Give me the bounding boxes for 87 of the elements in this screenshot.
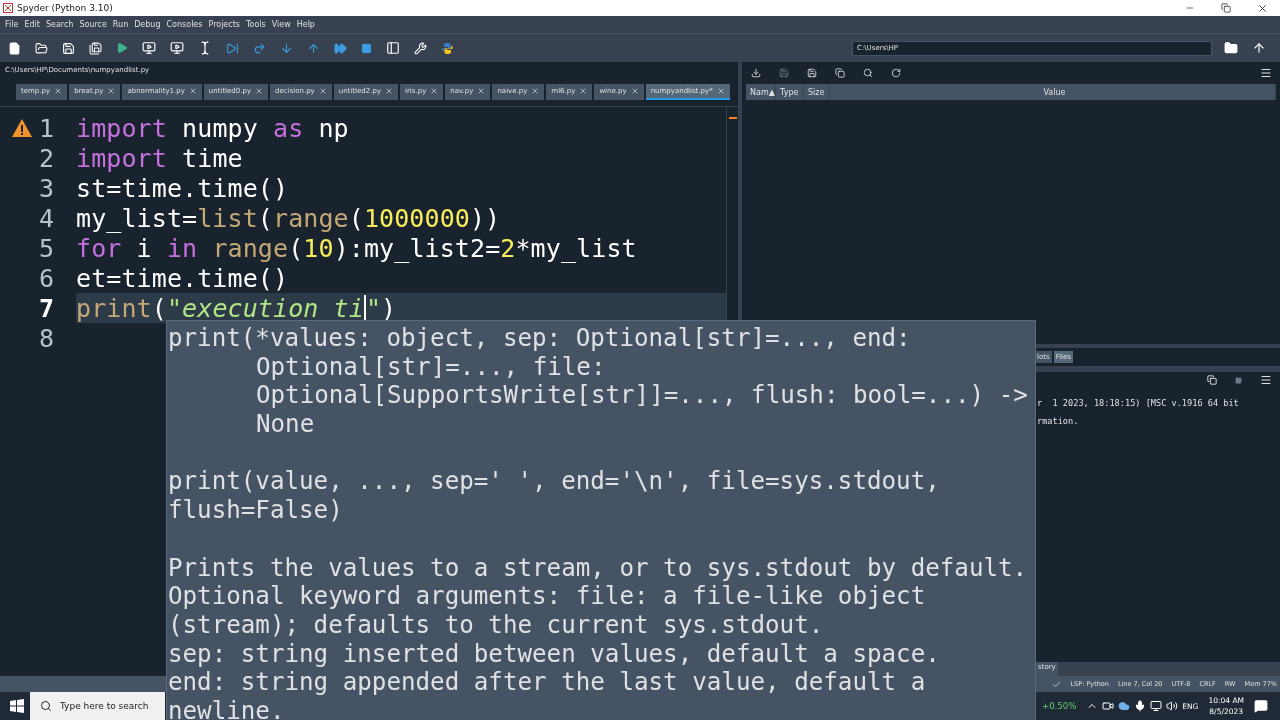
wrench-icon[interactable] — [414, 41, 427, 55]
skip-forward-icon[interactable] — [226, 41, 239, 55]
console-output: r 1 2023, 18:18:15) [MSC v.1916 64 bit — [1037, 398, 1240, 408]
calltip-text: None — [255, 410, 316, 439]
stop-icon[interactable] — [1235, 376, 1242, 384]
stop-icon[interactable] — [361, 42, 372, 54]
redo-arrow-icon[interactable] — [253, 41, 266, 55]
python-logo-icon[interactable] — [441, 41, 454, 55]
menu-item[interactable]: Tools — [246, 20, 266, 29]
line-number: 5 — [38, 233, 54, 263]
code-line: for i in range(10):my_list2=2*my_list — [76, 233, 637, 263]
search-icon[interactable] — [863, 68, 873, 78]
camera-icon[interactable] — [1102, 700, 1115, 712]
line-number: 8 — [38, 323, 54, 353]
line-number: 4 — [38, 203, 54, 233]
calltip-text: (stream); defaults to the current sys.stdout. — [168, 610, 825, 640]
cloud-icon[interactable] — [1118, 700, 1131, 712]
menu-item[interactable]: Edit — [24, 20, 40, 29]
save-all-icon[interactable] — [89, 41, 102, 55]
code-token: ( — [151, 293, 167, 323]
panel-icon[interactable] — [386, 41, 400, 55]
code-line: import numpy as np — [76, 113, 349, 143]
menu-icon[interactable] — [1260, 374, 1272, 386]
menu-item[interactable]: Source — [79, 20, 107, 29]
code-token: print — [76, 293, 152, 323]
code-line: my_list=list(range(1000000)) — [76, 203, 501, 233]
menu-item[interactable]: View — [271, 20, 291, 29]
menu-item[interactable]: Help — [296, 20, 315, 29]
code-token: ) — [381, 293, 397, 323]
code-token: " — [365, 293, 382, 323]
arrow-down-icon[interactable] — [280, 41, 293, 55]
menu-item[interactable]: Debug — [134, 20, 161, 29]
restore-icon[interactable] — [1221, 2, 1231, 13]
close-icon[interactable] — [1257, 2, 1268, 14]
speaker-icon[interactable] — [1166, 700, 1179, 712]
code-line: et=time.time() — [76, 263, 289, 293]
monitor-play-icon[interactable] — [142, 41, 156, 55]
calltip-text: Optional[SupportsWrite[str]]=..., flush: bool=...) -> — [255, 381, 1029, 411]
line-number: 1 — [38, 113, 54, 143]
column-header[interactable]: Value — [830, 84, 1276, 100]
copy-icon[interactable] — [1207, 375, 1217, 385]
app-icon — [3, 3, 13, 13]
column-header[interactable]: Type — [776, 84, 804, 100]
open-folder-icon[interactable] — [35, 41, 48, 55]
calltip-text: print(value, ..., sep=' ', end='\n', file=sys.stdout, — [168, 467, 941, 497]
calltip-text: Optional keyword arguments: file: a file-like object — [168, 582, 927, 611]
line-number: 3 — [38, 173, 54, 203]
code-line: import time — [76, 143, 243, 173]
menu-item[interactable]: Projects — [208, 20, 240, 29]
menu-item[interactable]: File — [5, 20, 19, 29]
copy-icon[interactable] — [835, 68, 845, 78]
code-line: st=time.time() — [76, 173, 289, 203]
stock-change[interactable]: +0.50% — [1042, 701, 1077, 711]
calltip-text: flush=False) — [168, 496, 344, 525]
text-cursor — [363, 295, 366, 321]
line-number: 7 — [38, 293, 54, 323]
menu-item[interactable]: Search — [45, 20, 74, 29]
calltip-text: Prints the values to a stream, or to sys.stdout by default. — [168, 553, 1029, 583]
calltip-text: newline. — [168, 696, 286, 720]
play-icon[interactable] — [116, 42, 128, 54]
monitor-play-icon[interactable] — [170, 41, 184, 55]
window-title: Spyder (Python 3.10) — [17, 3, 114, 13]
warning-marker — [728, 117, 737, 119]
search-field[interactable]: Type here to search — [30, 692, 165, 720]
fast-forward-icon[interactable] — [334, 41, 347, 55]
console-output: rmation. — [1037, 416, 1080, 426]
calltip-text: Optional[str]=..., file: — [255, 352, 607, 382]
download-icon[interactable] — [751, 68, 761, 78]
column-header[interactable]: Nam▲ — [746, 84, 776, 100]
menu-item[interactable]: Run — [112, 20, 129, 29]
menu-item[interactable]: Consoles — [166, 20, 203, 29]
code-token: "execution ti — [166, 293, 364, 323]
arrow-up-icon[interactable] — [1252, 41, 1266, 55]
search-icon — [40, 700, 52, 712]
new-file-icon[interactable] — [8, 41, 21, 55]
refresh-icon[interactable] — [891, 68, 901, 78]
calltip-text: print(*values: object, sep: Optional[str]=..., end: — [168, 324, 912, 353]
calltip-text: end: string appended after the last value, default a — [168, 668, 927, 697]
line-number: 6 — [38, 263, 54, 293]
windows-logo-icon[interactable] — [10, 699, 24, 713]
check-icon — [1052, 679, 1062, 689]
calltip-text: sep: string inserted between values, default a space. — [168, 639, 941, 669]
menu-icon[interactable] — [1260, 67, 1272, 79]
notification-icon[interactable] — [1254, 699, 1268, 713]
folder-icon[interactable] — [1224, 41, 1238, 55]
column-header[interactable]: Size — [804, 84, 830, 100]
line-number: 2 — [38, 143, 54, 173]
